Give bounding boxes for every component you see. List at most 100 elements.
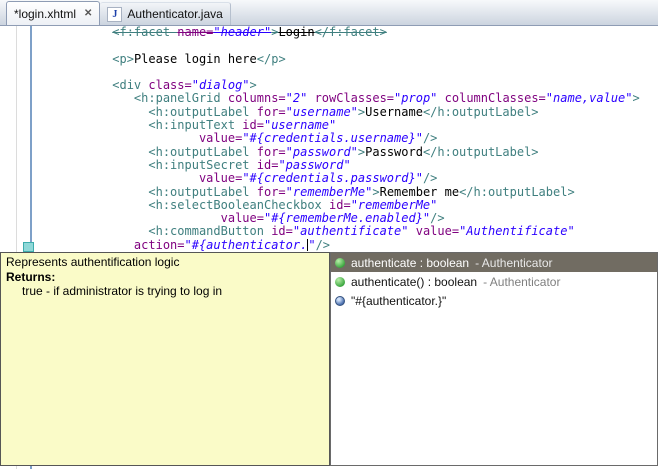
code-line: <h:selectBooleanCheckbox id="rememberMe" — [40, 199, 658, 212]
tab-login-xhtml[interactable]: *login.xhtml ✕ — [6, 1, 100, 25]
code-token-tag: /> — [316, 238, 330, 252]
code-token-attr: columns= — [228, 91, 286, 105]
code-token-attr: for= — [257, 185, 286, 199]
code-token-tag: > — [372, 185, 379, 199]
tab-authenticator-java[interactable]: J Authenticator.java — [100, 2, 230, 25]
code-line: value="#{credentials.username}"/> — [40, 132, 658, 145]
code-token-attr: for= — [257, 145, 286, 159]
code-token-tag: </f:facet> — [315, 25, 387, 39]
close-icon[interactable]: ✕ — [84, 8, 92, 19]
code-token-attr: name= — [177, 25, 213, 39]
code-token-attr: value= — [221, 211, 264, 225]
content-assist-popup: authenticate : boolean - Authenticatorau… — [330, 252, 658, 466]
code-token-tag: <h:panelGrid — [134, 91, 228, 105]
code-line: <p>Please login here</p> — [40, 53, 658, 66]
code-token-tag: </p> — [257, 52, 286, 66]
completion-list: authenticate : boolean - Authenticatorau… — [331, 253, 657, 310]
completion-item[interactable]: authenticate() : boolean - Authenticator — [331, 272, 657, 291]
code-token-tag: <h:outputLabel — [148, 185, 256, 199]
el-expression-icon — [335, 296, 345, 306]
code-token-tag: <h:outputLabel — [148, 105, 256, 119]
code-token-attr: for= — [257, 105, 286, 119]
code-token-attr: id= — [271, 224, 293, 238]
code-token-attr: id= — [242, 118, 264, 132]
code-token-val: "Authentificate" — [459, 224, 575, 238]
code-token-val: "password" — [286, 145, 358, 159]
code-line: <h:outputLabel for="username">Username</… — [40, 106, 658, 119]
code-token-plain — [408, 224, 415, 238]
code-token-ind — [40, 78, 112, 92]
code-line: <h:panelGrid columns="2" rowClasses="pro… — [40, 92, 658, 105]
completion-item[interactable]: authenticate : boolean - Authenticator — [331, 253, 657, 272]
code-token-val: "name,value" — [546, 91, 633, 105]
code-token-attr: columnClasses= — [445, 91, 546, 105]
code-line: <h:commandButton id="authentificate" val… — [40, 225, 658, 238]
code-token-val: "username" — [264, 118, 336, 132]
javadoc-description: Represents authentification logic — [6, 255, 324, 270]
code-token-tag: </h:outputLabel> — [459, 185, 575, 199]
code-token-val: "#{credentials.password}" — [242, 171, 423, 185]
code-token-val: "2" — [286, 91, 308, 105]
completion-qualifier: - Authenticator — [483, 275, 560, 289]
code-token-plain: Username — [365, 105, 423, 119]
code-line: <h:outputLabel for="rememberMe">Remember… — [40, 186, 658, 199]
java-file-icon: J — [107, 7, 122, 22]
javadoc-popup: Represents authentification logic Return… — [0, 252, 330, 466]
code-token-tag: <div — [112, 78, 148, 92]
code-token-attr: value= — [199, 171, 242, 185]
javadoc-returns-value: true - if administrator is trying to log… — [6, 284, 324, 299]
code-token-tag: /> — [423, 131, 437, 145]
occurrence-marker — [23, 242, 34, 252]
code-token-tag: /> — [423, 171, 437, 185]
code-token-ind — [40, 171, 199, 185]
code-token-val: "#{authenticator. — [185, 238, 308, 252]
code-token-val: "dialog" — [192, 78, 250, 92]
code-token-tag: <h:commandButton — [148, 224, 271, 238]
code-token-tag: <h:inputSecret — [148, 158, 256, 172]
completion-item[interactable]: "#{authenticator.}" — [331, 291, 657, 310]
completion-label: authenticate : boolean — [351, 256, 469, 270]
code-token-tag: <h:selectBooleanCheckbox — [148, 198, 329, 212]
code-token-ind — [40, 185, 148, 199]
code-area[interactable]: <f:facet name="header">Login</f:facet> <… — [40, 26, 658, 252]
code-token-attr: rowClasses= — [315, 91, 394, 105]
code-token-plain — [437, 91, 444, 105]
code-line — [40, 39, 658, 52]
code-token-attr: action= — [134, 238, 185, 252]
code-token-attr: class= — [148, 78, 191, 92]
code-token-tag: > — [633, 91, 640, 105]
code-line: action="#{authenticator."/> — [40, 239, 658, 252]
code-token-val: "authentificate" — [293, 224, 409, 238]
code-line: value="#{credentials.password}"/> — [40, 172, 658, 185]
code-token-plain: Please login here — [134, 52, 257, 66]
code-token-ind — [40, 238, 134, 252]
code-token-val: " — [308, 238, 315, 252]
code-token-val: "rememberMe" — [286, 185, 373, 199]
code-token-ind — [40, 118, 148, 132]
javadoc-returns-label: Returns: — [6, 270, 324, 285]
code-token-val: "#{credentials.username}" — [242, 131, 423, 145]
code-token-val: "header" — [213, 25, 271, 39]
code-token-ind — [40, 198, 148, 212]
code-token-val: "password" — [278, 158, 350, 172]
editor-tab-bar: *login.xhtml ✕ J Authenticator.java — [0, 0, 658, 26]
code-token-attr: value= — [416, 224, 459, 238]
code-token-attr: id= — [257, 158, 279, 172]
code-token-plain: Login — [278, 25, 314, 39]
code-token-tag: /> — [430, 211, 444, 225]
tab-label: Authenticator.java — [127, 7, 222, 21]
code-token-val: "prop" — [394, 91, 437, 105]
code-token-tag: <h:inputText — [148, 118, 242, 132]
code-line: <div class="dialog"> — [40, 79, 658, 92]
code-token-ind — [40, 91, 134, 105]
code-token-attr: id= — [329, 198, 351, 212]
code-token-ind — [40, 145, 148, 159]
code-token-tag: > — [250, 78, 257, 92]
code-line: value="#{rememberMe.enabled}"/> — [40, 212, 658, 225]
tab-label: *login.xhtml — [14, 7, 76, 21]
code-token-tag: </h:outputLabel> — [423, 145, 539, 159]
code-line — [40, 66, 658, 79]
code-token-ind — [40, 158, 148, 172]
code-token-ind — [40, 211, 221, 225]
code-token-val: "username" — [286, 105, 358, 119]
